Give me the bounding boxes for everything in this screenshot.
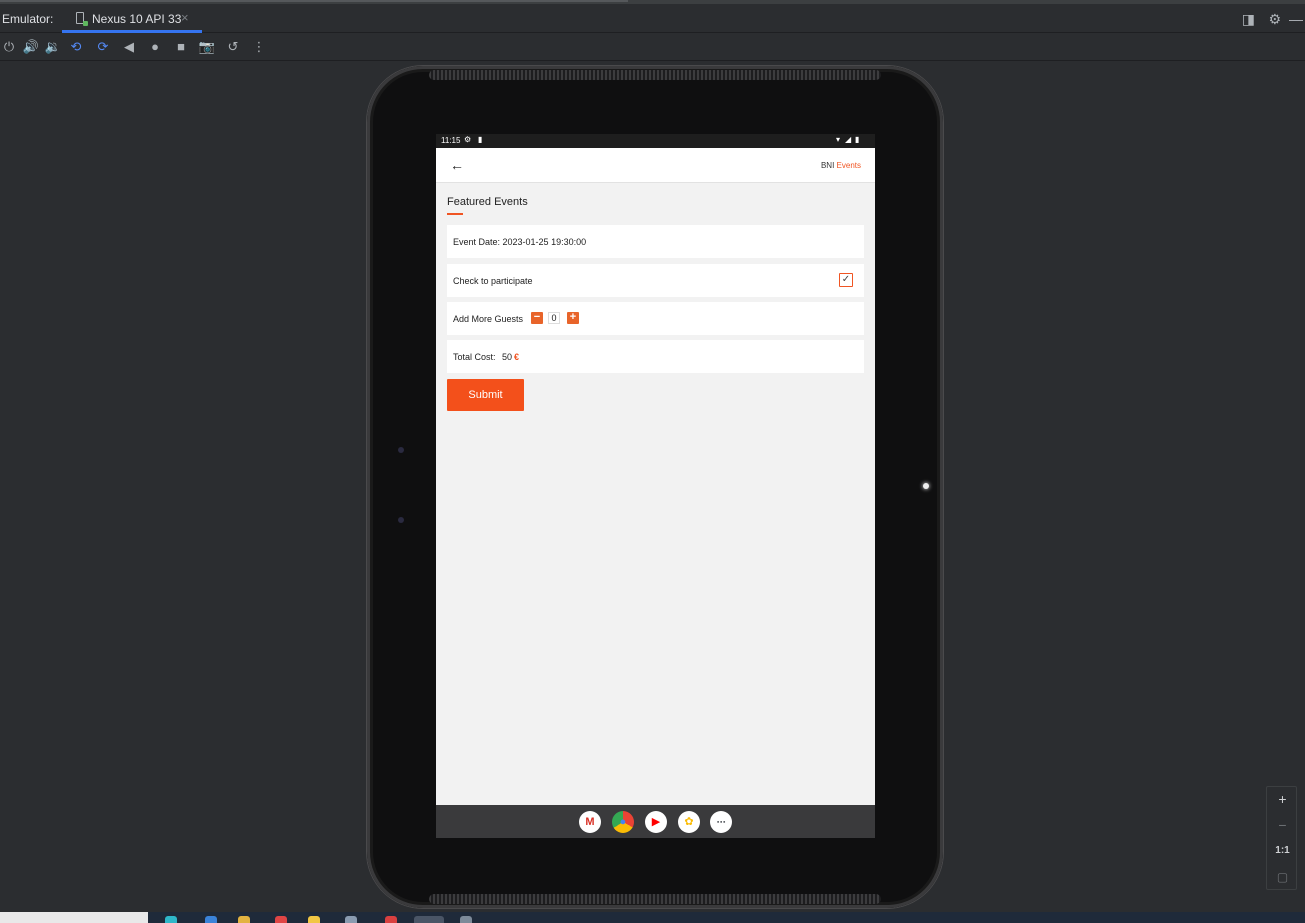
emulator-label: Emulator: bbox=[2, 12, 54, 26]
tab-close-icon[interactable]: × bbox=[181, 10, 189, 25]
zoom-panel: + − 1:1 ▢ bbox=[1266, 786, 1297, 890]
back-arrow-icon[interactable]: ← bbox=[450, 157, 464, 173]
status-sd-card-icon: ▮ bbox=[478, 135, 483, 144]
total-cost-card: Total Cost: 50 € bbox=[447, 340, 864, 373]
volume-up-icon[interactable]: 🔊 bbox=[22, 38, 40, 56]
power-icon[interactable]: ⏻ bbox=[0, 38, 18, 56]
zoom-out-button[interactable]: − bbox=[1267, 813, 1298, 837]
zoom-in-button[interactable]: + bbox=[1267, 787, 1298, 811]
total-cost-label: Total Cost: bbox=[453, 352, 496, 362]
guests-decrement-button[interactable]: − bbox=[531, 312, 543, 324]
os-taskbar bbox=[0, 912, 1305, 923]
taskbar-app-icon[interactable] bbox=[238, 916, 250, 923]
photos-icon[interactable]: ✿ bbox=[678, 811, 700, 833]
speaker-grille-top bbox=[429, 70, 881, 80]
device-screen: 11:15 ⚙ ▮ ▾ ◢ ▮ ← BNI Events Featured Ev… bbox=[436, 134, 875, 838]
emulator-toolbar: ⏻ 🔊 🔉 ⟲ ⟳ ◀ ● ■ 📷 ↺ ⋮ bbox=[0, 33, 1305, 61]
device-phone-icon bbox=[76, 12, 88, 26]
chrome-icon[interactable]: ● bbox=[612, 811, 634, 833]
device-tab-title: Nexus 10 API 33 bbox=[92, 12, 182, 26]
settings-gear-icon[interactable]: ⚙ bbox=[1268, 11, 1281, 28]
signal-icon: ◢ bbox=[845, 135, 852, 144]
taskbar-app-icon[interactable] bbox=[345, 916, 357, 923]
taskbar-app-icon[interactable] bbox=[165, 916, 177, 923]
page-title: Featured Events bbox=[447, 196, 528, 208]
participate-card: Check to participate ✓ bbox=[447, 264, 864, 297]
event-date-card: Event Date: 2023-01-25 19:30:00 bbox=[447, 225, 864, 258]
back-icon[interactable]: ◀ bbox=[120, 38, 138, 56]
app-dock: M ● ▶ ✿ ⋯ bbox=[436, 805, 875, 838]
taskbar-app-icon[interactable] bbox=[414, 916, 444, 923]
app-bar: ← BNI Events bbox=[436, 148, 875, 183]
status-time: 11:15 bbox=[441, 136, 461, 145]
taskbar-app-icon[interactable] bbox=[308, 916, 320, 923]
android-status-bar: 11:15 ⚙ ▮ ▾ ◢ ▮ bbox=[436, 134, 875, 148]
fit-screen-icon[interactable]: ▢ bbox=[1267, 865, 1298, 889]
device-tab[interactable]: Nexus 10 API 33 × bbox=[62, 4, 202, 33]
speaker-grille-bottom bbox=[429, 894, 881, 904]
brand-prefix: BNI bbox=[820, 161, 835, 170]
taskbar-app-icon[interactable] bbox=[385, 916, 397, 923]
total-cost-value: 50 bbox=[502, 352, 513, 362]
gmail-icon[interactable]: M bbox=[579, 811, 601, 833]
taskbar-thumbnail bbox=[0, 912, 148, 923]
more-icon[interactable]: ⋮ bbox=[250, 38, 268, 56]
minimize-icon[interactable]: — bbox=[1289, 11, 1303, 27]
participate-label: Check to participate bbox=[453, 276, 533, 286]
taskbar-app-icon[interactable] bbox=[460, 916, 472, 923]
taskbar-app-icon[interactable] bbox=[275, 916, 287, 923]
guests-card: Add More Guests − 0 + bbox=[447, 302, 864, 335]
volume-down-icon[interactable]: 🔉 bbox=[44, 38, 62, 56]
screenshot-icon[interactable]: 📷 bbox=[198, 38, 216, 56]
brand-logo: BNI Events bbox=[821, 161, 861, 170]
camera-dot bbox=[923, 483, 929, 489]
guests-increment-button[interactable]: + bbox=[567, 312, 579, 324]
snapshot-icon[interactable]: ↺ bbox=[224, 38, 242, 56]
guests-count: 0 bbox=[548, 312, 560, 324]
participate-checkbox[interactable]: ✓ bbox=[839, 273, 853, 287]
title-underline bbox=[447, 213, 463, 215]
submit-button[interactable]: Submit bbox=[447, 379, 524, 411]
actual-size-button[interactable]: 1:1 bbox=[1267, 839, 1298, 863]
rotate-left-icon[interactable]: ⟲ bbox=[67, 38, 85, 56]
layout-icon[interactable]: ◨ bbox=[1242, 11, 1255, 28]
battery-icon: ▮ bbox=[855, 135, 860, 144]
wifi-icon: ▾ bbox=[836, 135, 841, 144]
sensor-dot bbox=[398, 517, 404, 523]
currency-symbol: € bbox=[514, 352, 520, 362]
event-date-label: Event Date: 2023-01-25 19:30:00 bbox=[453, 237, 587, 247]
app-drawer-icon[interactable]: ⋯ bbox=[710, 811, 732, 833]
youtube-icon[interactable]: ▶ bbox=[645, 811, 667, 833]
window-top-strip-line bbox=[0, 0, 628, 2]
sensor-dot bbox=[398, 447, 404, 453]
rotate-right-icon[interactable]: ⟳ bbox=[94, 38, 112, 56]
taskbar-app-icon[interactable] bbox=[205, 916, 217, 923]
home-icon[interactable]: ● bbox=[146, 38, 164, 56]
guests-label: Add More Guests bbox=[453, 314, 524, 324]
overview-icon[interactable]: ■ bbox=[172, 38, 190, 56]
emulator-tab-bar: Emulator: Nexus 10 API 33 × ◨ ⚙ — bbox=[0, 4, 1305, 33]
brand-accent: Events bbox=[836, 161, 861, 170]
status-settings-icon: ⚙ bbox=[464, 135, 472, 144]
